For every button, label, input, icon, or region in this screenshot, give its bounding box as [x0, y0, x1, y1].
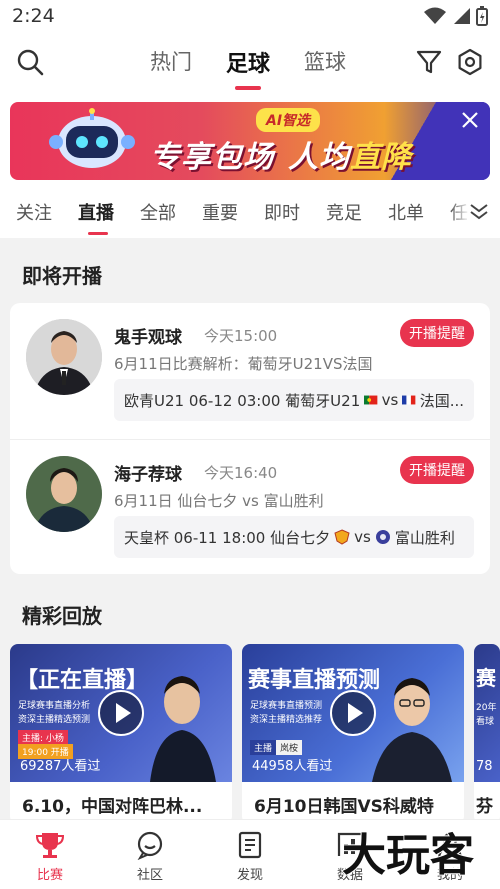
- team-crest-icon: [375, 530, 390, 544]
- ai-badge: AI智选: [256, 108, 321, 132]
- stream-description: 6月11日 仙台七夕 vs 富山胜利: [114, 492, 324, 510]
- replay-thumbnail: 【正在直播】 足球赛事直播分析 资深主播精选预测 主播: 小杨 19:00 开播…: [10, 644, 232, 782]
- filter-icon[interactable]: [415, 48, 443, 76]
- thumb-subtitle: 资深主播精选预测: [18, 715, 91, 725]
- thumb-subtitle: 20年: [476, 703, 497, 713]
- nav-label: 社区: [136, 868, 163, 883]
- watermark-logo: 大玩客: [341, 829, 475, 882]
- replay-card[interactable]: 赛 20年 看球 78 芬: [474, 644, 500, 824]
- host-label: 主播: 小杨: [18, 730, 68, 745]
- nav-label: 比赛: [36, 868, 63, 883]
- match-text: 天皇杯 06-11 18:00 仙台七夕: [124, 528, 331, 547]
- upcoming-title: 即将开播: [22, 264, 102, 288]
- vs-label: vs: [381, 391, 399, 409]
- status-bar: 2:24: [0, 0, 500, 34]
- thumb-subtitle: 足球赛事直播预测: [250, 701, 323, 711]
- battery-icon: [476, 6, 488, 26]
- replay-list: 【正在直播】 足球赛事直播分析 资深主播精选预测 主播: 小杨 19:00 开播…: [10, 644, 500, 824]
- trophy-icon: [35, 833, 65, 858]
- remind-button[interactable]: 开播提醒: [400, 456, 474, 484]
- match-info[interactable]: 欧青U21 06-12 03:00 葡萄牙U21 vs 法国...: [114, 379, 474, 421]
- settings-icon[interactable]: [456, 48, 484, 76]
- thumb-title: 赛: [476, 666, 496, 690]
- category-tab-row: 关注 直播 全部 重要 即时 竞足 北单 任: [16, 199, 468, 235]
- svg-text:大玩客: 大玩客: [342, 830, 474, 881]
- stream-description: 6月11日比赛解析：葡萄牙U21VS法国: [114, 355, 373, 373]
- signal-icon: [454, 8, 470, 24]
- nav-matches[interactable]: 比赛: [20, 830, 80, 883]
- vs-label: vs: [354, 528, 371, 546]
- chat-icon: [137, 831, 163, 860]
- tab-important[interactable]: 重要: [202, 199, 238, 225]
- replay-card[interactable]: 赛事直播预测 足球赛事直播预测 资深主播精选推荐 主播 岚桉 44958人看过 …: [242, 644, 464, 824]
- tab-jingzu[interactable]: 竞足: [326, 199, 362, 225]
- document-icon: [238, 831, 262, 859]
- banner-text-right-a: 人均: [288, 140, 350, 175]
- upcoming-item[interactable]: 鬼手观球 今天15:00 开播提醒 6月11日比赛解析：葡萄牙U21VS法国 欧…: [10, 303, 490, 438]
- chevron-down-icon[interactable]: [468, 200, 490, 222]
- thumb-subtitle: 足球赛事直播分析: [18, 701, 91, 711]
- close-icon[interactable]: [460, 110, 480, 130]
- search-icon[interactable]: [16, 48, 44, 76]
- portugal-flag-icon: [364, 395, 378, 405]
- avatar: [26, 319, 102, 395]
- host-name: 鬼手观球: [114, 328, 182, 348]
- status-time: 2:24: [12, 5, 55, 27]
- replay-card[interactable]: 【正在直播】 足球赛事直播分析 资深主播精选预测 主播: 小杨 19:00 开播…: [10, 644, 232, 824]
- replay-thumbnail: 赛 20年 看球 78: [474, 644, 500, 782]
- upcoming-item[interactable]: 海子荐球 今天16:40 开播提醒 6月11日 仙台七夕 vs 富山胜利 天皇杯…: [10, 439, 490, 574]
- replay-thumbnail: 赛事直播预测 足球赛事直播预测 资深主播精选推荐 主播 岚桉 44958人看过: [242, 644, 464, 782]
- tab-live[interactable]: 直播: [78, 199, 114, 235]
- sport-tabs: 热门 足球 篮球: [150, 46, 346, 90]
- banner-text-right-b: 直降: [350, 140, 412, 175]
- view-count: 78: [476, 759, 493, 774]
- away-team: 法国...: [419, 391, 464, 410]
- host-label: 主播: [250, 740, 277, 755]
- tab-basketball[interactable]: 篮球: [304, 46, 346, 78]
- match-text: 欧青U21 06-12 03:00 葡萄牙U21: [124, 391, 361, 410]
- view-count: 69287人看过: [20, 759, 101, 774]
- tab-hot[interactable]: 热门: [150, 46, 192, 78]
- tab-beidan[interactable]: 北单: [388, 199, 424, 225]
- system-icons: [424, 6, 488, 26]
- view-count: 44958人看过: [252, 759, 333, 774]
- tab-instant[interactable]: 即时: [264, 199, 300, 225]
- banner-area: AI智选 专享包场 人均直降: [0, 92, 500, 184]
- robot-mascot-icon: [49, 108, 135, 168]
- category-tabs: 关注 直播 全部 重要 即时 竞足 北单 任: [0, 184, 500, 238]
- banner-text-right: 人均直降: [288, 132, 412, 176]
- thumb-subtitle: 看球: [476, 717, 495, 727]
- top-header: 热门 足球 篮球: [0, 34, 500, 92]
- replay-title: 6月10日韩国VS科威特: [254, 797, 434, 817]
- replay-title: 6.10，中国对阵巴林...: [22, 797, 203, 817]
- start-time: 今天15:00: [204, 327, 278, 345]
- banner-text-left: 专享包场: [150, 140, 274, 175]
- play-icon[interactable]: [98, 690, 144, 736]
- replays-title: 精彩回放: [22, 604, 102, 628]
- avatar: [26, 456, 102, 532]
- remind-button[interactable]: 开播提醒: [400, 319, 474, 347]
- host-name-label: 岚桉: [276, 740, 303, 755]
- promo-banner[interactable]: AI智选 专享包场 人均直降: [10, 102, 490, 180]
- nav-label: 发现: [236, 868, 263, 883]
- away-team: 富山胜利: [394, 528, 455, 547]
- start-time: 今天16:40: [204, 464, 278, 482]
- france-flag-icon: [402, 395, 416, 405]
- match-info[interactable]: 天皇杯 06-11 18:00 仙台七夕 vs 富山胜利: [114, 516, 474, 558]
- app-screen: 2:24 热门 足球 篮球 AI智选 专享包场 人均直降 关注 直播 全部 重要…: [0, 0, 500, 889]
- play-icon[interactable]: [330, 690, 376, 736]
- team-crest-icon: [334, 529, 350, 545]
- replay-title: 芬: [476, 797, 493, 817]
- upcoming-card: 鬼手观球 今天15:00 开播提醒 6月11日比赛解析：葡萄牙U21VS法国 欧…: [10, 303, 490, 574]
- nav-community[interactable]: 社区: [120, 830, 180, 883]
- tab-all[interactable]: 全部: [140, 199, 176, 225]
- thumb-subtitle: 资深主播精选推荐: [250, 715, 323, 725]
- host-name: 海子荐球: [114, 465, 182, 485]
- nav-discover[interactable]: 发现: [220, 830, 280, 883]
- wifi-icon: [424, 7, 446, 24]
- tab-football[interactable]: 足球: [226, 46, 270, 90]
- tab-follow[interactable]: 关注: [16, 199, 52, 225]
